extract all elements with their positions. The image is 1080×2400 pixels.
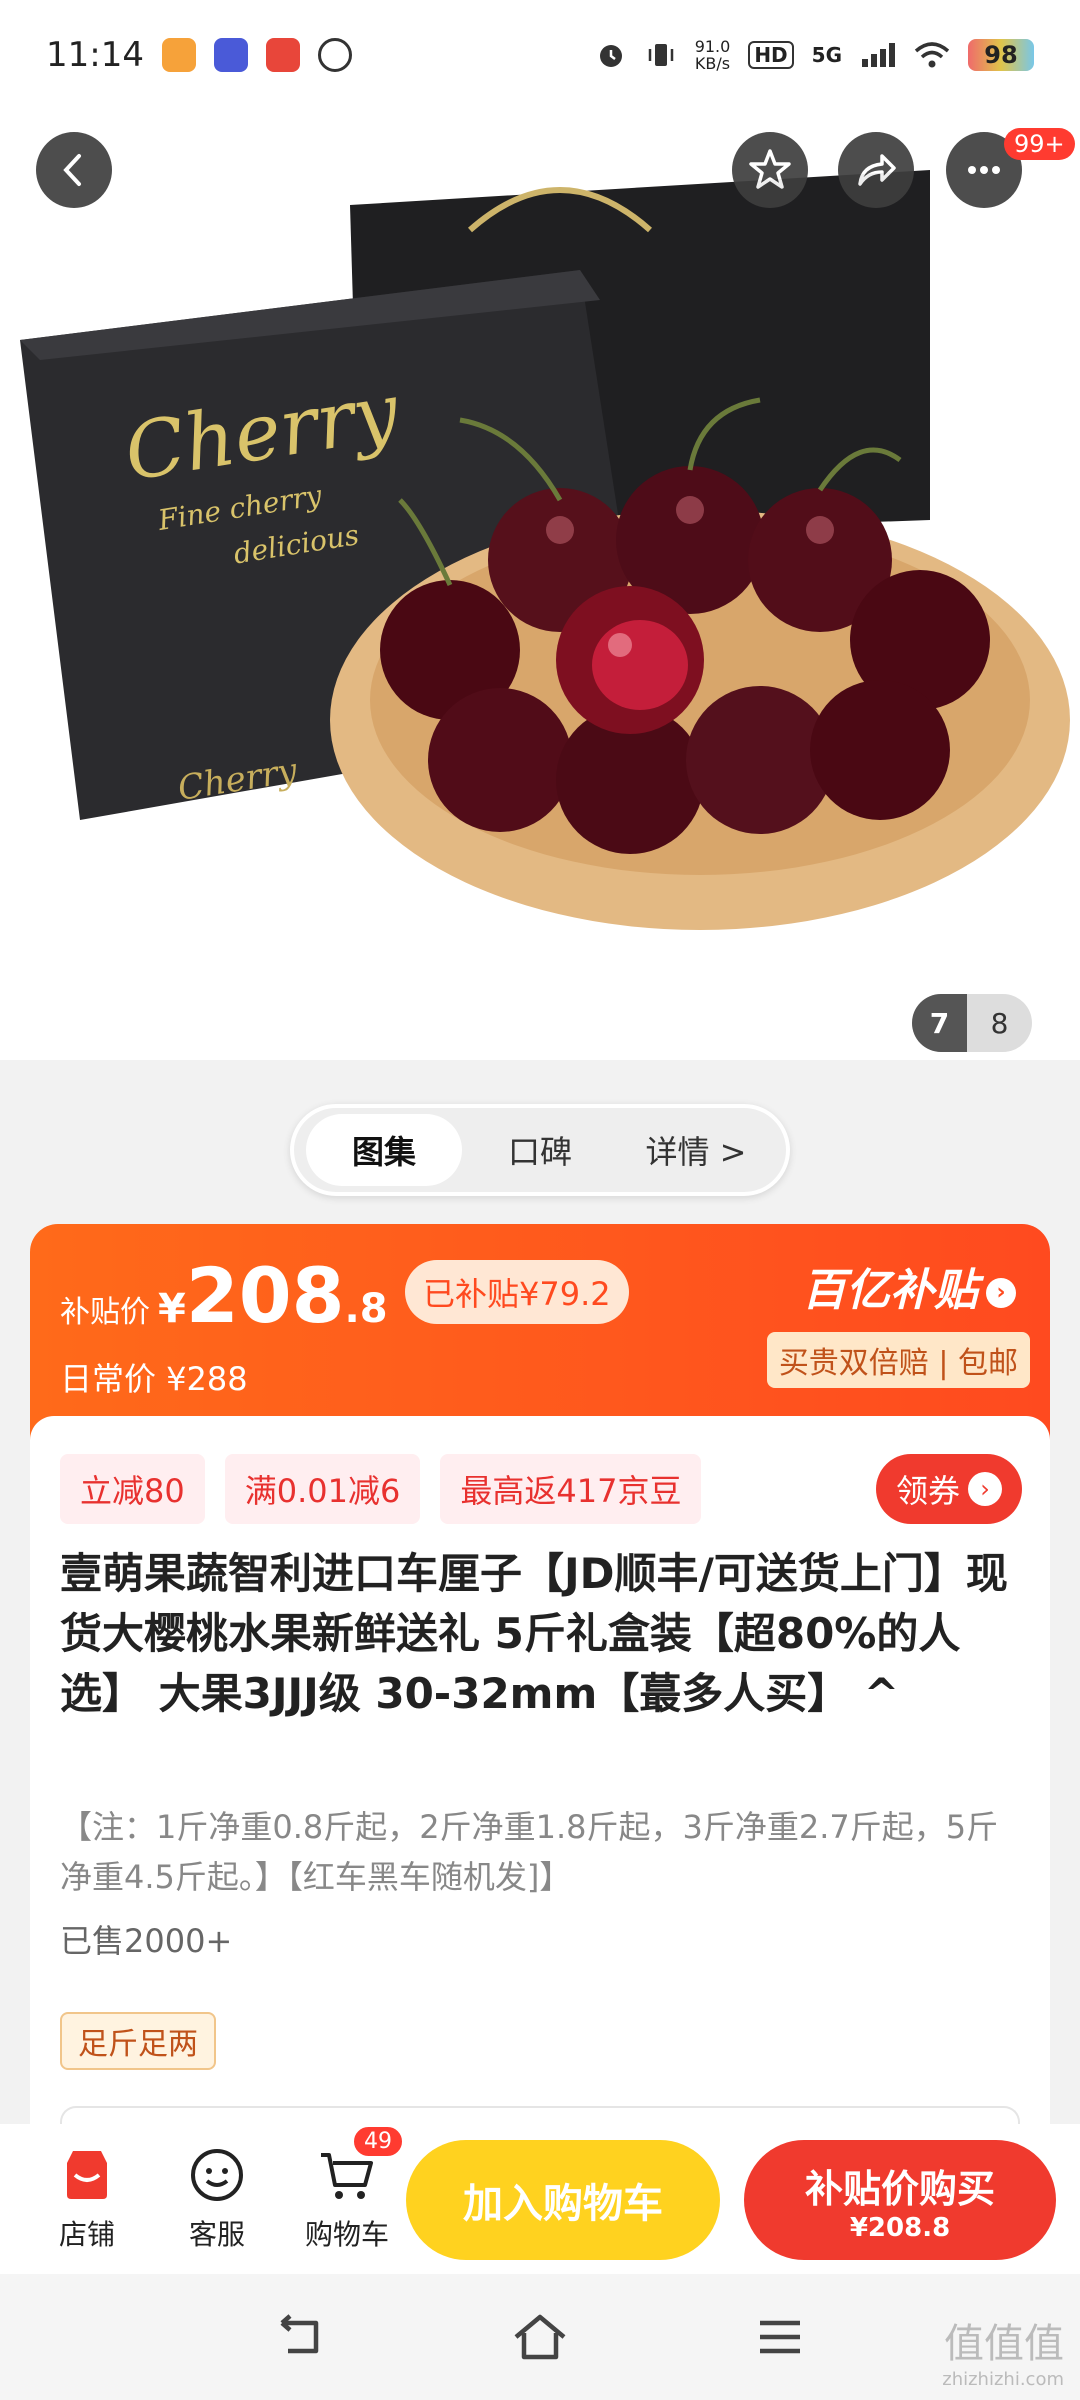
system-back-button[interactable] (270, 2307, 330, 2367)
product-title[interactable]: 壹萌果蔬智利进口车厘子【JD顺丰/可送货上门】现货大樱桃水果新鲜送礼 5斤礼盒装… (60, 1544, 1020, 1724)
battery-indicator: 98 (968, 39, 1034, 71)
product-image-gallery[interactable]: Cherry Fine cherry delicious Cherry 99+ … (0, 0, 1080, 1060)
app-notification-icon (213, 38, 248, 72)
get-coupon-label: 领券 (895, 1472, 960, 1510)
vibrate-icon (648, 44, 673, 66)
image-counter-current: 7 (912, 994, 967, 1052)
system-home-button[interactable] (510, 2307, 570, 2367)
more-dots-icon (968, 166, 1000, 174)
image-counter: 7 8 (912, 994, 1032, 1052)
price-decimal: .8 (344, 1286, 388, 1332)
subsidy-saved-badge: 已补贴¥79.2 (405, 1260, 629, 1324)
subsidy-price: 补贴价 ¥ 208 .8 (60, 1258, 388, 1334)
app-notification-icon (317, 38, 352, 72)
product-info-card: 立减80 满0.01减6 最高返417京豆 领券 › 壹萌果蔬智利进口车厘子【J… (30, 1416, 1050, 2146)
subsidy-promise: 买贵双倍赔 | 包邮 (766, 1332, 1030, 1388)
shop-button[interactable]: 店铺 (22, 2145, 152, 2253)
chevron-right-icon: › (968, 1472, 1002, 1506)
customer-service-button[interactable]: 客服 (152, 2145, 282, 2253)
site-watermark: 值值值 zhizhizhi.com (942, 2311, 1064, 2390)
system-navigation: 值值值 zhizhizhi.com (0, 2274, 1080, 2400)
back-arrow-icon (63, 154, 81, 186)
back-icon (280, 2314, 319, 2354)
wifi-icon (914, 42, 950, 68)
status-bar: 11:14 91.0 KB/s HD 5G 98 (0, 0, 1080, 110)
net-speed-unit: KB/s (694, 54, 731, 73)
signal-type: 5G (811, 43, 842, 67)
buy-now-price: ¥208.8 (849, 2212, 951, 2243)
watermark-main: 值值值 (944, 2321, 1064, 2367)
brand-name: 百亿补贴 (802, 1265, 978, 1316)
subsidy-price-label: 补贴价 (60, 1295, 150, 1330)
shop-icon (57, 2145, 117, 2205)
favorite-button[interactable] (732, 132, 808, 208)
service-label: 客服 (188, 2218, 245, 2251)
star-icon (749, 149, 791, 189)
coupon-tag[interactable]: 立减80 (60, 1454, 205, 1524)
regular-price: 日常价 ¥288 (60, 1360, 248, 1398)
coupon-tag[interactable]: 最高返417京豆 (440, 1454, 702, 1524)
signal-icon (862, 43, 895, 67)
chevron-right-icon: › (986, 1278, 1016, 1308)
net-speed-value: 91.0 (694, 37, 731, 56)
message-badge: 99+ (1004, 128, 1075, 160)
coupon-list: 立减80 满0.01减6 最高返417京豆 (60, 1454, 702, 1524)
buy-now-label: 补贴价购买 (804, 2166, 995, 2211)
menu-icon (760, 2320, 800, 2354)
customer-service-icon (187, 2145, 247, 2205)
app-notification-icon (161, 38, 196, 72)
buy-now-button[interactable]: 补贴价购买 ¥208.8 (744, 2140, 1056, 2260)
product-note: 【注：1斤净重0.8斤起，2斤净重1.8斤起，3斤净重2.7斤起，5斤净重4.5… (60, 1808, 999, 1896)
back-button[interactable] (36, 132, 112, 208)
image-counter-total: 8 (990, 1006, 1009, 1040)
net-speed: 91.0 KB/s (695, 38, 731, 72)
tab-gallery[interactable]: 图集 (306, 1114, 462, 1186)
cart-count-badge: 49 (352, 2125, 404, 2158)
share-icon (858, 154, 896, 186)
product-page: Cherry Fine cherry delicious Cherry 99+ … (0, 0, 1080, 2400)
coupon-tag[interactable]: 满0.01减6 (224, 1454, 421, 1524)
bottom-action-bar: 店铺 客服 49 购物车 加入购物车 补贴价购买 ¥208.8 (0, 2124, 1080, 2274)
billion-subsidy-brand[interactable]: 百亿补贴 › (802, 1254, 1016, 1318)
status-left: 11:14 (46, 35, 352, 75)
currency-symbol: ¥ (158, 1286, 186, 1332)
cart-button[interactable]: 49 购物车 (282, 2125, 412, 2253)
tab-reviews[interactable]: 口碑 (462, 1114, 618, 1186)
price-integer: 208 (185, 1251, 345, 1340)
shop-label: 店铺 (58, 2218, 115, 2251)
home-icon (514, 2314, 566, 2360)
sold-count: 已售2000+ (60, 1922, 233, 1960)
service-tag: 足斤足两 (60, 2012, 216, 2070)
tab-details[interactable]: 详情 > (618, 1114, 774, 1186)
share-button[interactable] (838, 132, 914, 208)
watermark-sub: zhizhizhi.com (942, 2369, 1064, 2390)
hd-indicator: HD (748, 41, 794, 69)
add-to-cart-button[interactable]: 加入购物车 (406, 2140, 720, 2260)
gallery-tabs: 图集 口碑 详情 > (290, 1104, 790, 1196)
status-right: 91.0 KB/s HD 5G 98 (595, 38, 1034, 72)
app-notification-icon (265, 38, 300, 72)
cart-label: 购物车 (304, 2218, 389, 2251)
system-menu-button[interactable] (750, 2307, 810, 2367)
product-photo: Cherry Fine cherry delicious Cherry (0, 0, 1080, 1060)
alarm-icon (599, 45, 622, 67)
get-coupon-button[interactable]: 领券 › (875, 1454, 1022, 1524)
status-time: 11:14 (46, 35, 144, 75)
